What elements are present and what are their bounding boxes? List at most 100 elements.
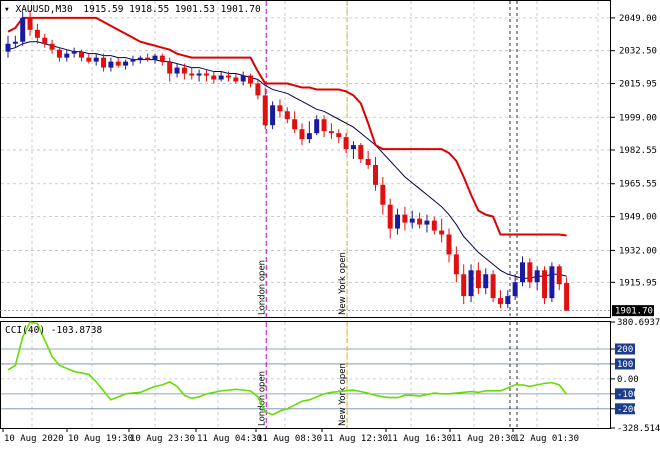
bear-candle bbox=[79, 51, 84, 58]
bear-candle bbox=[343, 137, 349, 150]
bear-candle bbox=[475, 270, 481, 289]
bear-candle bbox=[527, 262, 533, 283]
bull-candle bbox=[314, 119, 320, 134]
current-price-badge: 1901.70 bbox=[612, 305, 654, 317]
bull-candle bbox=[240, 75, 246, 82]
bear-candle bbox=[27, 17, 33, 30]
bear-candle bbox=[101, 57, 107, 68]
bear-candle bbox=[453, 254, 459, 275]
bear-candle bbox=[115, 61, 121, 66]
bear-candle bbox=[145, 57, 151, 60]
bear-candle bbox=[42, 37, 48, 44]
bear-candle bbox=[431, 220, 437, 231]
bull-candle bbox=[270, 105, 276, 126]
bear-candle bbox=[248, 75, 254, 84]
bull-candle bbox=[306, 133, 312, 140]
bull-candle bbox=[483, 274, 489, 289]
price-tick-label: 1932.00 bbox=[619, 246, 657, 256]
chart-canvas[interactable]: London open New York open 2049.002032.502… bbox=[0, 0, 660, 450]
symbol-header: ▾ XAUUSD,M30 1915.59 1918.55 1901.53 190… bbox=[4, 4, 261, 15]
time-tick-label: 11 Aug 20:30 bbox=[451, 434, 516, 444]
cci-level-label: -100 bbox=[617, 390, 639, 400]
cci-level-label: 100 bbox=[617, 360, 633, 370]
price-panel[interactable]: London open New York open 2049.002032.502… bbox=[0, 0, 657, 318]
price-axis: 2049.00 2032.50 2015.95 1999.00 1982.55 1965.… bbox=[611, 14, 657, 288]
price-tick-label: 2032.50 bbox=[619, 47, 657, 57]
bull-candle bbox=[218, 75, 224, 80]
time-tick-label: 11 Aug 16:30 bbox=[387, 434, 452, 444]
cci-level-label: 200 bbox=[617, 345, 633, 355]
bull-candle bbox=[123, 61, 129, 66]
bear-candle bbox=[284, 111, 290, 120]
bear-candle bbox=[159, 55, 165, 62]
bear-candle bbox=[292, 119, 298, 130]
bear-candle bbox=[262, 95, 268, 126]
cci-panel[interactable]: London open New York open 380.69372001000… bbox=[0, 318, 660, 434]
bear-candle bbox=[417, 218, 423, 225]
price-tick-label: 2015.95 bbox=[619, 80, 657, 90]
bull-candle bbox=[64, 53, 70, 58]
bear-candle bbox=[461, 274, 467, 297]
bear-candle bbox=[277, 105, 283, 112]
bull-candle bbox=[395, 214, 401, 229]
bear-candle bbox=[181, 67, 187, 74]
bear-candle bbox=[542, 270, 548, 299]
cci-level-label: -200 bbox=[617, 405, 639, 415]
bull-candle bbox=[424, 220, 430, 225]
bull-candle bbox=[130, 59, 136, 62]
bull-candle bbox=[137, 57, 143, 60]
time-tick-label: 10 Aug 23:30 bbox=[130, 434, 195, 444]
time-tick-label: 11 Aug 12:30 bbox=[323, 434, 388, 444]
cci-label: CCI(40) -103.8738 bbox=[5, 325, 103, 336]
bear-candle bbox=[556, 266, 562, 285]
bull-candle bbox=[505, 296, 511, 305]
cci-session-label: New York open bbox=[338, 363, 348, 426]
bear-candle bbox=[387, 204, 393, 229]
bull-candle bbox=[468, 270, 474, 297]
bull-candle bbox=[108, 61, 114, 68]
time-tick-label: 10 Aug 2020 bbox=[4, 434, 64, 444]
price-tick-label: 1965.55 bbox=[619, 180, 657, 190]
bear-candle bbox=[167, 61, 173, 74]
cci-tick-label: 380.6937 bbox=[617, 318, 660, 328]
bull-candle bbox=[549, 266, 555, 299]
bear-candle bbox=[233, 77, 239, 82]
price-tick-label: 1999.00 bbox=[619, 113, 657, 123]
bull-candle bbox=[520, 262, 525, 283]
time-tick-label: 11 Aug 04:30 bbox=[197, 434, 262, 444]
bear-candle bbox=[226, 75, 231, 78]
bear-candle bbox=[380, 184, 386, 205]
current-price-value: 1901.70 bbox=[615, 307, 653, 317]
bull-candle bbox=[409, 218, 415, 223]
bull-candle bbox=[196, 73, 202, 76]
price-tick-label: 1915.95 bbox=[619, 278, 657, 288]
bear-candle bbox=[358, 145, 364, 159]
bear-candle bbox=[336, 133, 342, 138]
bear-candle bbox=[321, 119, 327, 132]
price-tick-label: 2049.00 bbox=[619, 14, 657, 24]
time-tick-label: 10 Aug 19:30 bbox=[68, 434, 133, 444]
price-tick-label: 1949.00 bbox=[619, 213, 657, 223]
time-tick-label: 11 Aug 08:30 bbox=[257, 434, 322, 444]
price-tick-label: 1982.55 bbox=[619, 146, 657, 156]
time-tick-label: 12 Aug 01:30 bbox=[514, 434, 579, 444]
cci-axis: 380.6937 200 100 0.00 -100 -200 -328.514 bbox=[611, 318, 660, 434]
bear-candle bbox=[255, 83, 261, 96]
bear-candle bbox=[203, 73, 209, 76]
bull-candle bbox=[71, 51, 77, 54]
bull-candle bbox=[174, 67, 180, 74]
bear-candle bbox=[373, 164, 378, 185]
bear-candle bbox=[402, 214, 408, 223]
bear-candle bbox=[211, 75, 217, 80]
bull-candle bbox=[152, 55, 158, 60]
bull-candle bbox=[12, 41, 18, 44]
session-label: New York open bbox=[338, 252, 348, 315]
bear-candle bbox=[34, 29, 40, 38]
time-axis: 10 Aug 2020 10 Aug 19:3010 Aug 23:30 11 Au… bbox=[2, 428, 579, 444]
session-label: London open bbox=[257, 260, 267, 315]
cci-tick-label: 0.00 bbox=[617, 375, 639, 385]
ohlc-values: 1915.59 1918.55 1901.53 1901.70 bbox=[83, 4, 261, 15]
bear-candle bbox=[439, 230, 445, 235]
bull-candle bbox=[534, 270, 540, 283]
bear-candle bbox=[189, 73, 195, 76]
